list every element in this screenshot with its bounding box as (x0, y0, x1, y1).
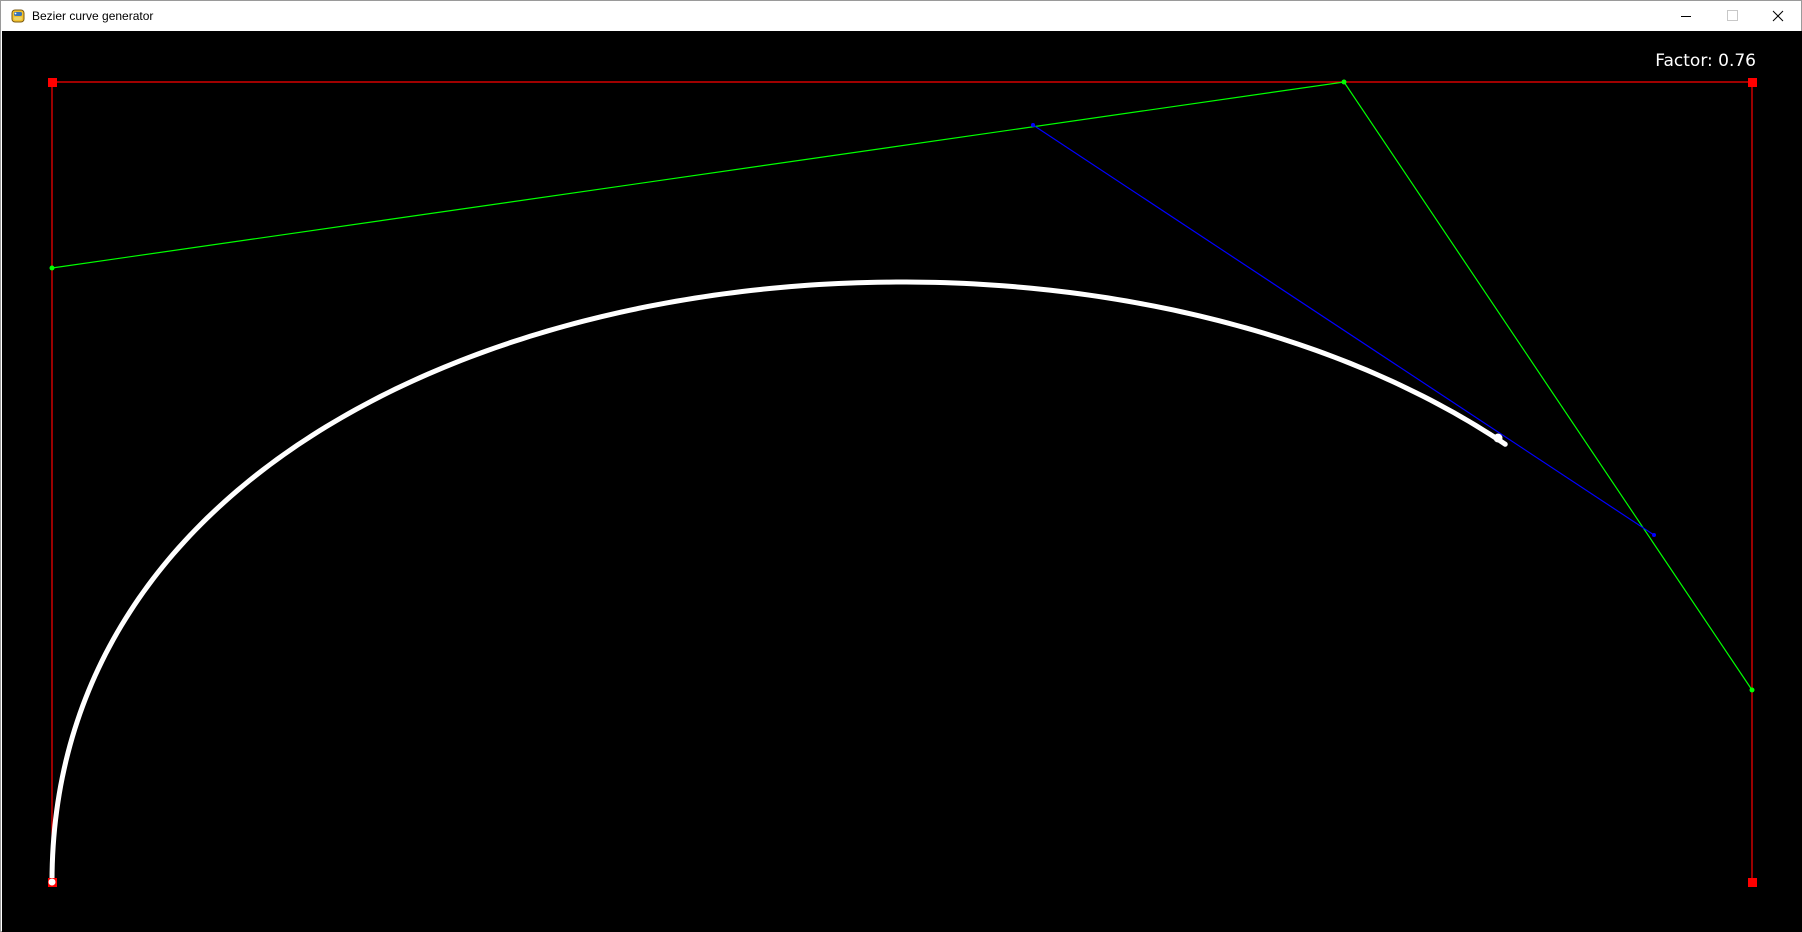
first-level-point (1341, 79, 1347, 85)
factor-value: 0.76 (1718, 51, 1756, 71)
maximize-button[interactable] (1709, 1, 1755, 31)
second-level-line (1032, 124, 1655, 536)
drawing-canvas[interactable]: Factor: 0.76 (2, 31, 1802, 932)
bezier-curve (49, 279, 1508, 885)
second-level-point (1652, 533, 1656, 537)
factor-readout: Factor: 0.76 (1655, 51, 1756, 71)
first-level-point (1749, 687, 1755, 693)
control-point[interactable] (1748, 878, 1757, 887)
minimize-button[interactable] (1663, 1, 1709, 31)
maximize-icon (1727, 10, 1738, 21)
curve-start-point (48, 878, 56, 886)
title-bar[interactable]: Bezier curve generator (1, 1, 1801, 31)
second-level-point (1031, 123, 1035, 127)
python-snake-icon (11, 9, 25, 23)
control-point[interactable] (48, 78, 57, 87)
factor-label: Factor: (1655, 51, 1713, 71)
window-title: Bezier curve generator (32, 9, 154, 23)
first-level-lines (51, 81, 1753, 691)
first-level-point (49, 265, 55, 271)
minimize-icon (1681, 16, 1691, 17)
control-point[interactable] (1748, 78, 1757, 87)
bezier-drawing (48, 78, 1757, 887)
app-window: Bezier curve generator Factor: 0.76 (0, 0, 1802, 932)
close-icon (1772, 10, 1784, 22)
curve-current-point[interactable] (1493, 433, 1503, 443)
control-polygon-line (51, 81, 1753, 882)
close-button[interactable] (1755, 1, 1801, 31)
